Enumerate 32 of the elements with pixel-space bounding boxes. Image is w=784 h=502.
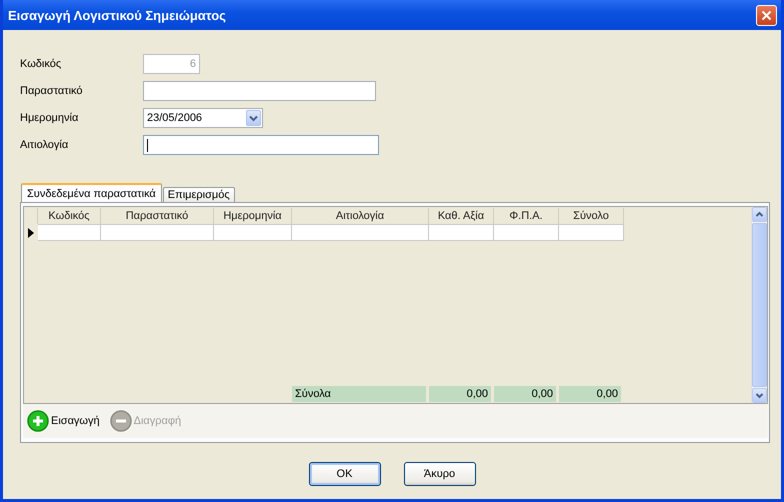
table-cell[interactable] [101,224,214,241]
field-label: Αιτιολογία [19,139,70,151]
date-picker[interactable]: 23/05/2006 [143,108,263,128]
table-cell[interactable] [494,224,559,241]
total-cell: 0,00 [494,386,559,402]
minus-icon [110,410,132,432]
table-cell[interactable] [429,224,494,241]
total-cell: 0,00 [559,386,624,402]
add-button[interactable]: Εισαγωγή [27,410,100,432]
input-field[interactable] [143,81,376,101]
field-label: Παραστατικό [19,85,84,97]
tab[interactable]: Επιμερισμός [162,187,235,202]
window-title: Εισαγωγή Λογιστικού Σημειώματος [8,8,226,22]
total-cell: 0,00 [429,386,494,402]
close-button[interactable] [756,4,777,26]
dropdown-icon[interactable] [246,110,261,126]
scroll-down-icon[interactable] [752,388,767,403]
totals-label: Σύνολα [292,386,429,402]
ok-button[interactable]: OK [308,462,380,486]
plus-icon [27,410,49,432]
table-cell[interactable] [559,224,624,241]
field-label: Ημερομηνία [19,112,80,124]
table-cell[interactable] [214,224,292,241]
field-label: Κωδικός [19,58,62,70]
scrollbar-thumb[interactable] [752,223,767,387]
table-cell[interactable] [38,224,101,241]
close-icon [761,10,772,20]
tab[interactable]: Συνδεδεμένα παραστατικά [21,183,162,202]
cancel-button[interactable]: Άκυρο [404,462,476,486]
input-field[interactable] [143,135,379,155]
table-cell[interactable] [292,224,429,241]
scroll-up-icon[interactable] [752,207,767,222]
